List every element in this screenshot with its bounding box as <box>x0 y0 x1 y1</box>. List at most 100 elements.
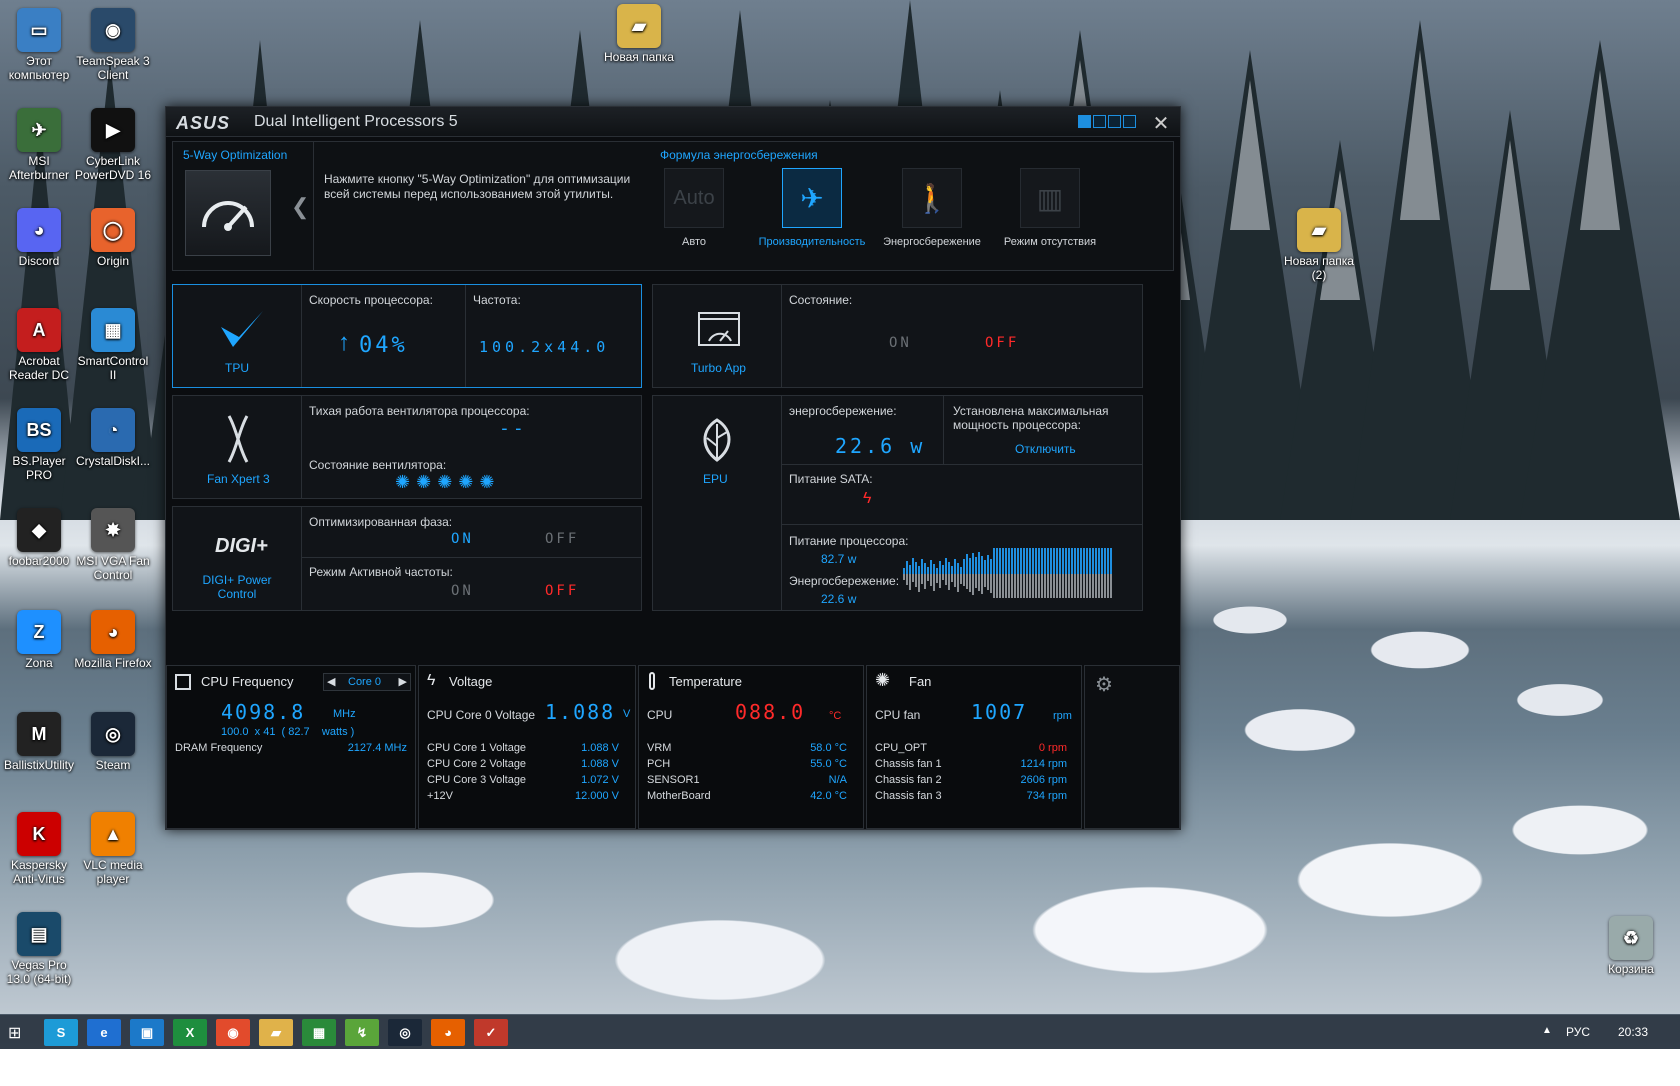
power-graph-bar <box>909 574 911 590</box>
five-way-button[interactable] <box>185 170 271 256</box>
core-selector[interactable]: ◀ Core 0 ▶ <box>323 673 411 691</box>
active-freq-label: Режим Активной частоты: <box>309 565 453 579</box>
app-icon: ♻ <box>1609 916 1653 960</box>
desktop-icon[interactable]: ◯ Origin <box>74 208 152 268</box>
leaf-icon <box>703 418 731 462</box>
desktop-icon[interactable]: ◎ Steam <box>74 712 152 772</box>
desktop-icon-label: Zona <box>25 656 53 670</box>
desktop-icon[interactable]: A Acrobat Reader DC <box>0 308 78 382</box>
monitor-row-value: 734 rpm <box>1026 790 1067 802</box>
taskbar-app-button[interactable]: e <box>87 1019 121 1046</box>
clock[interactable]: 20:33 <box>1618 1025 1648 1039</box>
power-mode-button[interactable]: ✈ <box>782 168 842 228</box>
power-graph-bar <box>1083 574 1085 598</box>
phase-off-toggle[interactable]: OFF <box>545 531 579 547</box>
phase-on-toggle[interactable]: ON <box>451 531 474 547</box>
power-graph-bar <box>918 574 920 592</box>
taskbar-app-button[interactable]: S <box>44 1019 78 1046</box>
collapse-arrow[interactable]: ❮ <box>291 194 309 220</box>
power-graph-bar <box>1080 548 1082 574</box>
taskbar-app-button[interactable]: X <box>173 1019 207 1046</box>
power-graph-bar <box>1020 548 1022 574</box>
desktop-icon[interactable]: M BallistixUtility <box>0 712 78 772</box>
taskbar-app-button[interactable]: ↯ <box>345 1019 379 1046</box>
language-indicator[interactable]: РУС <box>1566 1025 1590 1039</box>
formula-title: Формула энергосбережения <box>660 148 818 162</box>
core-prev-arrow[interactable]: ◀ <box>327 675 335 688</box>
taskbar-app-button[interactable]: ◉ <box>216 1019 250 1046</box>
start-button[interactable]: ⊞ <box>8 1023 21 1043</box>
app-icon: ◔ <box>91 408 135 452</box>
power-graph-bar <box>1071 548 1073 574</box>
desktop-icon[interactable]: ▰ Новая папка (2) <box>1280 208 1358 282</box>
disable-link[interactable]: Отключить <box>1015 442 1076 456</box>
power-graph-bar <box>1032 548 1034 574</box>
desktop-icon[interactable]: ◕ Discord <box>0 208 78 268</box>
power-mode-button[interactable]: 🚶 <box>902 168 962 228</box>
turbo-off-toggle[interactable]: OFF <box>985 335 1019 351</box>
fan-xpert-panel[interactable]: Fan Xpert 3 Тихая работа вентилятора про… <box>172 395 642 499</box>
fan-icon: ✺ <box>875 670 891 690</box>
desktop-icon[interactable]: ▤ Vegas Pro 13.0 (64-bit) <box>0 912 78 986</box>
power-graph-bar <box>942 574 944 580</box>
tray-arrow-icon[interactable]: ▲ <box>1542 1025 1552 1036</box>
desktop-icon[interactable]: ▲ VLC media player <box>74 812 152 886</box>
close-button[interactable]: ✕ <box>1150 111 1172 136</box>
view-mode-3[interactable] <box>1108 115 1121 128</box>
fan-main-value: 1007 <box>971 700 1028 724</box>
temperature-main-label: CPU <box>647 708 673 722</box>
desktop-icon[interactable]: ◉ TeamSpeak 3 Client <box>74 8 152 82</box>
speed-label: Скорость процессора: <box>309 293 433 307</box>
taskbar-app-button[interactable]: ▰ <box>259 1019 293 1046</box>
fan-xpert-icon <box>227 415 249 463</box>
digi-logo: DIGI+ <box>215 535 268 557</box>
turbo-app-panel[interactable]: Turbo App Состояние: ON OFF <box>652 284 1143 388</box>
desktop-icon[interactable]: ♻ Корзина <box>1592 916 1670 976</box>
desktop-icon-label: Новая папка <box>604 50 674 64</box>
fan-main-unit: rpm <box>1053 710 1072 722</box>
desktop-icon[interactable]: ◔ CrystalDiskI... <box>74 408 152 468</box>
speedometer-icon <box>202 201 254 231</box>
desktop-icon[interactable]: ▭ Этот компьютер <box>0 8 78 82</box>
tpu-panel[interactable]: TPU Скорость процессора: ↑ 04% Частота: … <box>172 284 642 388</box>
taskbar-app-button[interactable]: ✓ <box>474 1019 508 1046</box>
desktop-icon-label: MSI VGA Fan Control <box>76 554 150 582</box>
speed-up-arrow-icon: ↑ <box>338 329 350 356</box>
taskbar-app-button[interactable]: ◎ <box>388 1019 422 1046</box>
power-graph-bar <box>1014 548 1016 574</box>
digi-panel[interactable]: DIGI+ DIGI+ Power Control Оптимизированн… <box>172 506 642 611</box>
taskbar-app-button[interactable]: ▦ <box>302 1019 336 1046</box>
taskbar-app-button[interactable]: ◕ <box>431 1019 465 1046</box>
active-freq-on-toggle[interactable]: ON <box>451 583 474 599</box>
desktop-icon[interactable]: Z Zona <box>0 610 78 670</box>
power-mode-button[interactable]: ▥ <box>1020 168 1080 228</box>
desktop-icon-label: SmartControl II <box>77 354 149 382</box>
desktop-icon[interactable]: BS BS.Player PRO <box>0 408 78 482</box>
core-next-arrow[interactable]: ▶ <box>399 675 407 688</box>
power-graph-bar <box>912 558 914 574</box>
desktop-icon[interactable]: ▶ CyberLink PowerDVD 16 <box>74 108 152 182</box>
view-mode-1[interactable] <box>1078 115 1091 128</box>
power-mode-button[interactable]: Auto <box>664 168 724 228</box>
desktop-icon[interactable]: K Kaspersky Anti-Virus <box>0 812 78 886</box>
cpu-freq-unit: MHz <box>333 708 356 720</box>
view-mode-4[interactable] <box>1123 115 1136 128</box>
desktop-icon[interactable]: ✸ MSI VGA Fan Control <box>74 508 152 582</box>
taskbar-app-button[interactable]: ▣ <box>130 1019 164 1046</box>
view-mode-2[interactable] <box>1093 115 1106 128</box>
turbo-on-toggle[interactable]: ON <box>889 335 912 351</box>
title-bar[interactable]: ASUS Dual Intelligent Processors 5 ✕ <box>166 107 1180 137</box>
settings-gear-button[interactable]: ⚙ <box>1084 665 1180 829</box>
app-icon: BS <box>17 408 61 452</box>
view-mode-buttons[interactable] <box>1078 115 1136 128</box>
desktop-icon[interactable]: ▰ Новая папка <box>600 4 678 64</box>
app-icon: ◉ <box>91 8 135 52</box>
desktop-icon[interactable]: ◆ foobar2000 <box>0 508 78 568</box>
monitor-row-value: 58.0 °C <box>810 742 847 754</box>
desktop-icon[interactable]: ◕ Mozilla Firefox <box>74 610 152 670</box>
epu-panel[interactable]: EPU энергосбережение: 22.6 w Установлена… <box>652 395 1143 611</box>
active-freq-off-toggle[interactable]: OFF <box>545 583 579 599</box>
desktop-icon[interactable]: ▦ SmartControl II <box>74 308 152 382</box>
desktop-icon-label: Новая папка (2) <box>1284 254 1354 282</box>
desktop-icon[interactable]: ✈ MSI Afterburner <box>0 108 78 182</box>
